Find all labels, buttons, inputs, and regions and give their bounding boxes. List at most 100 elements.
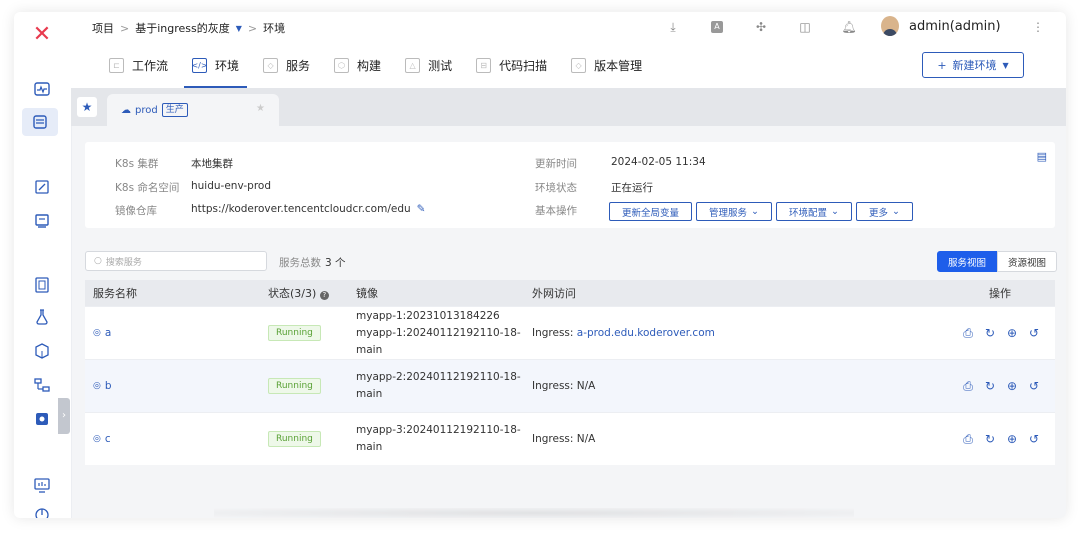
upgrade-icon[interactable]: ⊕ — [1005, 379, 1019, 394]
pencil-icon[interactable]: ✎ — [417, 203, 426, 218]
image-tag: myapp-3:20240112192110-18-main — [356, 424, 521, 453]
image-tag: myapp-1:20240112192110-18-main — [356, 326, 521, 356]
manage-services-button[interactable]: 管理服务 ⌄ — [696, 202, 772, 221]
book-icon[interactable]: ◫ — [783, 18, 827, 36]
sidebar-collapse-handle[interactable]: › — [58, 398, 70, 434]
new-environment-label: 新建环境 — [952, 59, 997, 72]
image-tag: myapp-1:20231013184226 — [356, 309, 500, 322]
cluster-value: 本地集群 — [191, 158, 233, 170]
star-icon[interactable]: ★ — [256, 103, 265, 114]
tab-label: 服务 — [286, 58, 311, 73]
pie-chart-icon[interactable] — [31, 504, 53, 518]
bell-icon[interactable]: 🔔︎ — [827, 18, 871, 36]
header-status: 状态(3/3) ? — [268, 285, 356, 301]
more-vertical-icon[interactable]: ⋮ — [1032, 20, 1044, 34]
chevron-down-icon: ⌄ — [751, 206, 759, 217]
bottom-divider — [214, 508, 854, 518]
favorite-filter-star-icon[interactable]: ★ — [77, 97, 97, 117]
sidebar-item-project[interactable] — [22, 108, 58, 136]
user-name[interactable]: admin(admin) — [909, 19, 1001, 34]
view-logs-icon[interactable]: ⎙ — [961, 379, 975, 394]
translate-icon[interactable]: A — [695, 18, 739, 36]
tab-test[interactable]: △ 测试 — [397, 42, 460, 88]
document-icon[interactable]: ▤ — [1037, 150, 1047, 163]
env-tab-prod[interactable]: ☁︎ prod 生产 ★ — [107, 94, 279, 126]
service-name[interactable]: c — [105, 433, 111, 445]
tab-workflow[interactable]: ⊏ 工作流 — [101, 42, 176, 88]
breadcrumb-project-name[interactable]: 基于ingress的灰度 — [135, 20, 230, 36]
service-view-button[interactable]: 服务视图 — [937, 251, 998, 272]
upgrade-icon[interactable]: ⊕ — [1005, 326, 1019, 341]
service-link[interactable]: ◎ c — [93, 433, 268, 445]
tab-build[interactable]: ⬡ 构建 — [326, 42, 389, 88]
status-label: 环境状态 — [535, 182, 577, 194]
history-icon[interactable]: ↺ — [1027, 379, 1041, 394]
edit-doc-icon[interactable] — [31, 176, 53, 198]
history-icon[interactable]: ↺ — [1027, 326, 1041, 341]
chevron-down-icon: ⌄ — [831, 206, 839, 217]
more-button[interactable]: 更多 ⌄ — [855, 202, 913, 221]
registry-label: 镜像仓库 — [115, 205, 157, 217]
access-prefix: Ingress: N/A — [532, 380, 596, 392]
plus-icon: + — [937, 58, 947, 72]
status-badge: Running — [268, 378, 321, 394]
breadcrumb-project[interactable]: 项目 — [92, 20, 114, 36]
download-icon[interactable]: ⤓ — [651, 18, 695, 36]
restart-icon[interactable]: ↻ — [983, 326, 997, 341]
header-image: 镜像 — [356, 286, 378, 300]
update-global-vars-button[interactable]: 更新全局变量 — [609, 202, 693, 221]
env-badge: 生产 — [161, 103, 188, 117]
restart-icon[interactable]: ↻ — [983, 379, 997, 394]
view-logs-icon[interactable]: ⎙ — [961, 432, 975, 447]
avatar[interactable] — [881, 16, 899, 36]
new-environment-button[interactable]: + 新建环境 ▼ — [922, 52, 1024, 78]
module-tabs: ⊏ 工作流 </> 环境 ◇ 服务 ⬡ 构建 △ 测试 ⊟ 代码扫描 ◇ 版本管理 — [101, 42, 658, 88]
cloud-icon: ☁︎ — [121, 104, 131, 116]
tab-label: 工作流 — [132, 58, 169, 73]
search-services-input[interactable]: ○ 搜索服务 — [85, 251, 267, 271]
tab-code-scan[interactable]: ⊟ 代码扫描 — [468, 42, 555, 88]
resource-view-button[interactable]: 资源视图 — [997, 251, 1058, 272]
service-icon: ◎ — [93, 328, 101, 338]
restart-icon[interactable]: ↻ — [983, 432, 997, 447]
pipeline-icon[interactable] — [31, 374, 53, 396]
settings-icon[interactable] — [31, 408, 53, 430]
tab-label: 代码扫描 — [499, 58, 548, 73]
breadcrumb-separator: > — [247, 21, 258, 35]
template-icon[interactable] — [31, 274, 53, 296]
service-link[interactable]: ◎ a — [93, 327, 268, 339]
caret-down-icon[interactable]: ▼ — [236, 24, 242, 33]
table-row: ◎ c Running myapp-3:20240112192110-18-mai… — [85, 412, 1055, 465]
environment-tabs: ★ ☁︎ prod 生产 ★ — [71, 88, 1066, 126]
artifact-icon[interactable] — [31, 340, 53, 362]
service-name[interactable]: a — [105, 327, 111, 339]
env-config-button[interactable]: 环境配置 ⌄ — [776, 202, 852, 221]
access-prefix: Ingress: — [532, 327, 577, 339]
test-flask-icon[interactable] — [31, 306, 53, 328]
upgrade-icon[interactable]: ⊕ — [1005, 432, 1019, 447]
help-icon[interactable]: ? — [319, 291, 329, 300]
tab-service[interactable]: ◇ 服务 — [255, 42, 318, 88]
service-icon: ◎ — [93, 434, 101, 444]
plugin-icon[interactable]: ✣ — [739, 18, 783, 36]
view-logs-icon[interactable]: ⎙ — [961, 326, 975, 341]
logo-icon[interactable]: ✕ — [30, 24, 54, 46]
service-icon: ◎ — [93, 381, 101, 391]
cluster-label: K8s 集群 — [115, 158, 159, 170]
service-name[interactable]: b — [105, 380, 112, 392]
dashboard-icon[interactable] — [31, 474, 53, 496]
tab-environment[interactable]: </> 环境 — [184, 42, 248, 88]
image-tag: myapp-2:20240112192110-18-main — [356, 371, 521, 400]
namespace-label: K8s 命名空间 — [115, 182, 180, 194]
user-menu[interactable]: admin(admin) — [881, 16, 1001, 36]
tab-version[interactable]: ◇ 版本管理 — [563, 42, 650, 88]
history-icon[interactable]: ↺ — [1027, 432, 1041, 447]
table-row: ◎ b Running myapp-2:20240112192110-18-mai… — [85, 359, 1055, 412]
service-link[interactable]: ◎ b — [93, 380, 268, 392]
service-count-label: 服务总数 — [279, 257, 321, 269]
access-link[interactable]: a-prod.edu.koderover.com — [577, 327, 715, 339]
release-icon[interactable] — [31, 210, 53, 232]
monitor-icon[interactable] — [31, 78, 53, 100]
environment-info-card: K8s 集群 本地集群 K8s 命名空间 huidu-env-prod 镜像仓库… — [85, 142, 1055, 228]
updated-value: 2024-02-05 11:34 — [611, 156, 706, 168]
